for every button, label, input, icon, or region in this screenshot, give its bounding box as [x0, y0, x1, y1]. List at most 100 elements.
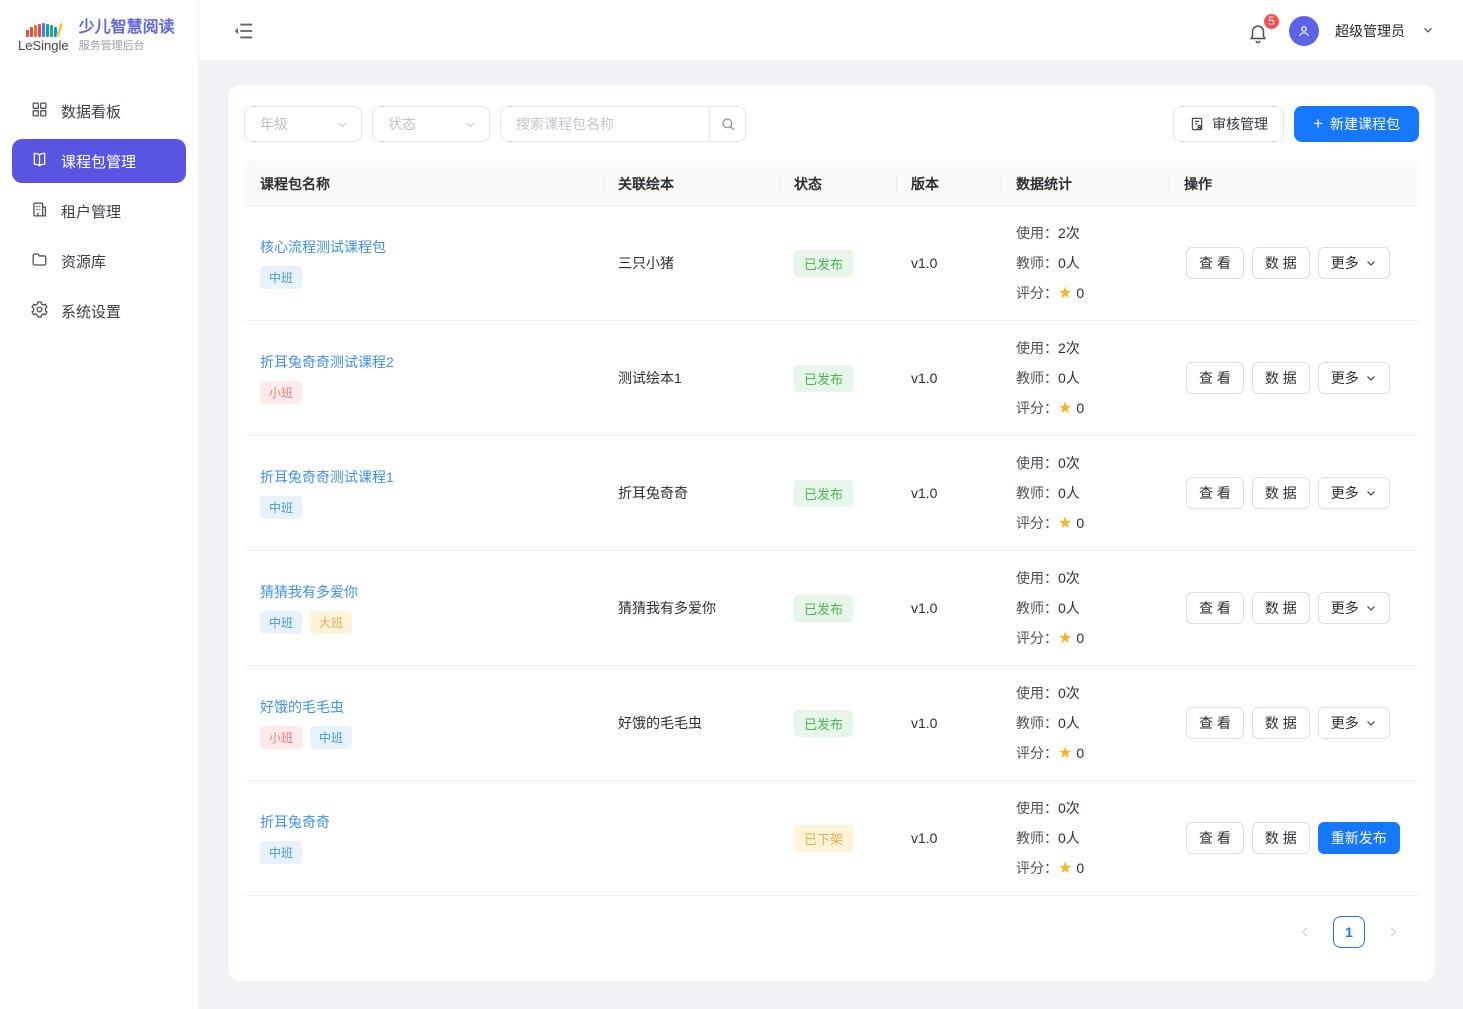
course-name-link[interactable]: 折耳兔奇奇 [260, 812, 330, 832]
col-header-version: 版本 [897, 161, 1002, 206]
chevron-down-icon [1365, 717, 1377, 729]
version: v1.0 [897, 370, 1002, 386]
star-icon: ★ [1058, 630, 1072, 647]
teacher-value: 0人 [1058, 485, 1080, 501]
table-row: 核心流程测试课程包 中班 三只小猪 已发布 v1.0 使用：2次 教师：0人 评… [244, 206, 1419, 321]
chevron-down-icon [1365, 602, 1377, 614]
row-actions: 查 看 数 据 更多 [1170, 247, 1419, 279]
sidebar-item-label: 资源库 [61, 251, 106, 272]
usage-value: 0次 [1058, 685, 1080, 701]
stats: 使用：2次 教师：0人 评分：★0 [1002, 333, 1170, 424]
sidebar-item-dashboard[interactable]: 数据看板 [12, 89, 186, 133]
more-button[interactable]: 更多 [1318, 477, 1390, 509]
status-badge: 已发布 [794, 595, 853, 622]
course-name-link[interactable]: 猜猜我有多爱你 [260, 582, 358, 602]
stats: 使用：0次 教师：0人 评分：★0 [1002, 563, 1170, 654]
grade-tag: 大班 [310, 611, 352, 634]
row-actions: 查 看 数 据 更多 [1170, 592, 1419, 624]
view-button[interactable]: 查 看 [1186, 247, 1244, 279]
review-manage-button[interactable]: 审核管理 [1173, 106, 1284, 142]
view-button[interactable]: 查 看 [1186, 592, 1244, 624]
grade-tag: 中班 [310, 726, 352, 749]
plus-icon: + [1313, 115, 1323, 132]
sidebar-item-tenants[interactable]: 租户管理 [12, 189, 186, 233]
rating-value: 0 [1076, 745, 1084, 761]
sidebar-item-settings[interactable]: 系统设置 [12, 289, 186, 333]
sidebar-item-resources[interactable]: 资源库 [12, 239, 186, 283]
folder-icon [30, 250, 49, 273]
view-button[interactable]: 查 看 [1186, 362, 1244, 394]
col-header-name: 课程包名称 [244, 161, 604, 206]
next-page-icon[interactable] [1379, 918, 1407, 946]
rating-value: 0 [1076, 400, 1084, 416]
view-button[interactable]: 查 看 [1186, 477, 1244, 509]
republish-button[interactable]: 重新发布 [1318, 822, 1400, 854]
course-name-link[interactable]: 好饿的毛毛虫 [260, 697, 344, 717]
grade-tag: 中班 [260, 496, 302, 519]
grade-tag: 中班 [260, 266, 302, 289]
avatar[interactable] [1289, 16, 1319, 46]
course-name-link[interactable]: 折耳兔奇奇测试课程2 [260, 352, 394, 372]
sidebar-item-label: 数据看板 [61, 101, 121, 122]
search-button[interactable] [709, 107, 745, 141]
status-badge: 已发布 [794, 480, 853, 507]
data-button[interactable]: 数 据 [1252, 362, 1310, 394]
status-select[interactable]: 状态 [372, 106, 490, 142]
chevron-down-icon [1365, 372, 1377, 384]
sidebar-item-label: 课程包管理 [61, 151, 136, 172]
data-button[interactable]: 数 据 [1252, 822, 1310, 854]
row-actions: 查 看 数 据 重新发布 [1170, 822, 1419, 854]
menu-fold-icon[interactable] [233, 20, 255, 42]
usage-value: 0次 [1058, 800, 1080, 816]
chevron-down-icon [1365, 487, 1377, 499]
view-button[interactable]: 查 看 [1186, 822, 1244, 854]
user-name[interactable]: 超级管理员 [1335, 21, 1405, 41]
grade-tag: 中班 [260, 611, 302, 634]
data-button[interactable]: 数 据 [1252, 592, 1310, 624]
notification-badge: 5 [1262, 12, 1281, 31]
version: v1.0 [897, 255, 1002, 271]
book-name: 三只小猪 [604, 253, 780, 273]
data-button[interactable]: 数 据 [1252, 477, 1310, 509]
star-icon: ★ [1058, 860, 1072, 877]
course-name-link[interactable]: 折耳兔奇奇测试课程1 [260, 467, 394, 487]
more-button[interactable]: 更多 [1318, 707, 1390, 739]
pagination: 1 [244, 896, 1419, 948]
notification-bell-icon[interactable]: 5 [1247, 18, 1273, 44]
prev-page-icon[interactable] [1291, 918, 1319, 946]
course-name-link[interactable]: 核心流程测试课程包 [260, 237, 386, 257]
table-row: 折耳兔奇奇 中班 已下架 v1.0 使用：0次 教师：0人 评分：★0 查 看 … [244, 781, 1419, 896]
version: v1.0 [897, 715, 1002, 731]
view-button[interactable]: 查 看 [1186, 707, 1244, 739]
row-actions: 查 看 数 据 更多 [1170, 477, 1419, 509]
teacher-value: 0人 [1058, 600, 1080, 616]
status-badge: 已发布 [794, 365, 853, 392]
chevron-down-icon [1365, 257, 1377, 269]
create-package-button[interactable]: + 新建课程包 [1294, 106, 1419, 142]
star-icon: ★ [1058, 515, 1072, 532]
more-button[interactable]: 更多 [1318, 362, 1390, 394]
usage-value: 2次 [1058, 340, 1080, 356]
teacher-value: 0人 [1058, 255, 1080, 271]
row-actions: 查 看 数 据 更多 [1170, 707, 1419, 739]
sidebar-item-course-packages[interactable]: 课程包管理 [12, 139, 186, 183]
data-button[interactable]: 数 据 [1252, 247, 1310, 279]
app-subtitle: 服务管理后台 [79, 40, 175, 54]
chevron-down-icon[interactable] [1421, 20, 1435, 42]
teacher-value: 0人 [1058, 830, 1080, 846]
status-badge: 已下架 [794, 825, 853, 852]
version: v1.0 [897, 600, 1002, 616]
table-row: 折耳兔奇奇测试课程2 小班 测试绘本1 已发布 v1.0 使用：2次 教师：0人… [244, 321, 1419, 436]
sidebar: LeSingle 少儿智慧阅读 服务管理后台 数据看板 课程包管理 租户管理 资… [0, 0, 199, 1009]
grade-tag: 小班 [260, 381, 302, 404]
more-button[interactable]: 更多 [1318, 247, 1390, 279]
sidebar-item-label: 租户管理 [61, 201, 121, 222]
grade-select[interactable]: 年级 [244, 106, 362, 142]
usage-value: 0次 [1058, 570, 1080, 586]
search-input[interactable] [501, 107, 709, 141]
more-button[interactable]: 更多 [1318, 592, 1390, 624]
sidebar-item-label: 系统设置 [61, 301, 121, 322]
data-button[interactable]: 数 据 [1252, 707, 1310, 739]
course-package-card: 年级 状态 审核管理 + 新建课程包 [228, 85, 1435, 981]
page-number-1[interactable]: 1 [1333, 916, 1365, 948]
